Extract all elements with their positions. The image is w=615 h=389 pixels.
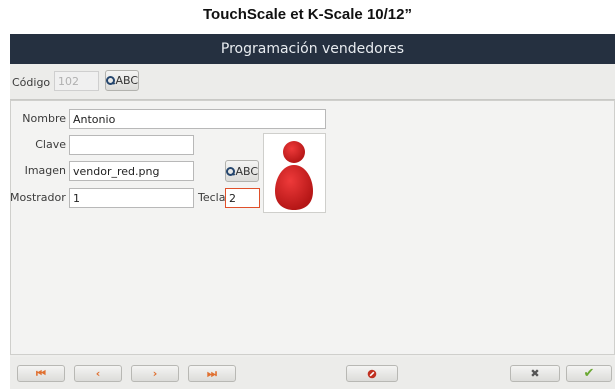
prev-icon: ‹ [95, 367, 101, 380]
cancel-icon: ✖ [530, 367, 540, 380]
last-record-button[interactable]: ⏭ [188, 365, 236, 382]
window-title: Programación vendedores [10, 34, 615, 64]
codigo-search-button-label: ABC [115, 74, 138, 87]
imagen-field[interactable]: vendor_red.png [69, 161, 194, 181]
code-toolbar: Código 102 ABC [10, 64, 615, 100]
vendor-image-preview [263, 133, 326, 213]
imagen-search-button[interactable]: ABC [225, 160, 259, 182]
tecla-label: Tecla [198, 191, 226, 204]
vendor-avatar-icon [275, 141, 313, 210]
codigo-search-button[interactable]: ABC [105, 70, 139, 91]
clave-field[interactable] [69, 135, 194, 155]
vendor-programming-window: Programación vendedores Código 102 ABC N… [10, 34, 615, 389]
accept-button[interactable]: ✔ [566, 365, 612, 382]
search-icon [106, 76, 116, 85]
imagen-label: Imagen [24, 164, 66, 177]
nombre-field[interactable]: Antonio [69, 109, 326, 129]
clave-label: Clave [35, 138, 66, 151]
mostrador-field[interactable]: 1 [69, 188, 194, 208]
delete-icon [367, 369, 377, 378]
tecla-field[interactable]: 2 [225, 188, 260, 208]
delete-button[interactable] [346, 365, 398, 382]
codigo-label: Código [12, 76, 51, 89]
nombre-label: Nombre [22, 112, 66, 125]
cancel-button[interactable]: ✖ [510, 365, 560, 382]
bottom-toolbar: ⏮ ‹ › ⏭ ✖ ✔ [10, 357, 615, 389]
first-record-button[interactable]: ⏮ [17, 365, 65, 382]
next-record-button[interactable]: › [131, 365, 179, 382]
imagen-search-button-label: ABC [235, 164, 258, 178]
document-title: TouchScale et K-Scale 10/12” [203, 6, 412, 23]
accept-icon: ✔ [583, 366, 595, 381]
next-icon: › [152, 367, 158, 380]
search-icon [226, 166, 236, 176]
previous-record-button[interactable]: ‹ [74, 365, 122, 382]
first-icon: ⏮ [36, 366, 46, 380]
mostrador-label: Mostrador [10, 191, 66, 204]
codigo-field: 102 [54, 71, 99, 91]
last-icon: ⏭ [207, 366, 217, 380]
